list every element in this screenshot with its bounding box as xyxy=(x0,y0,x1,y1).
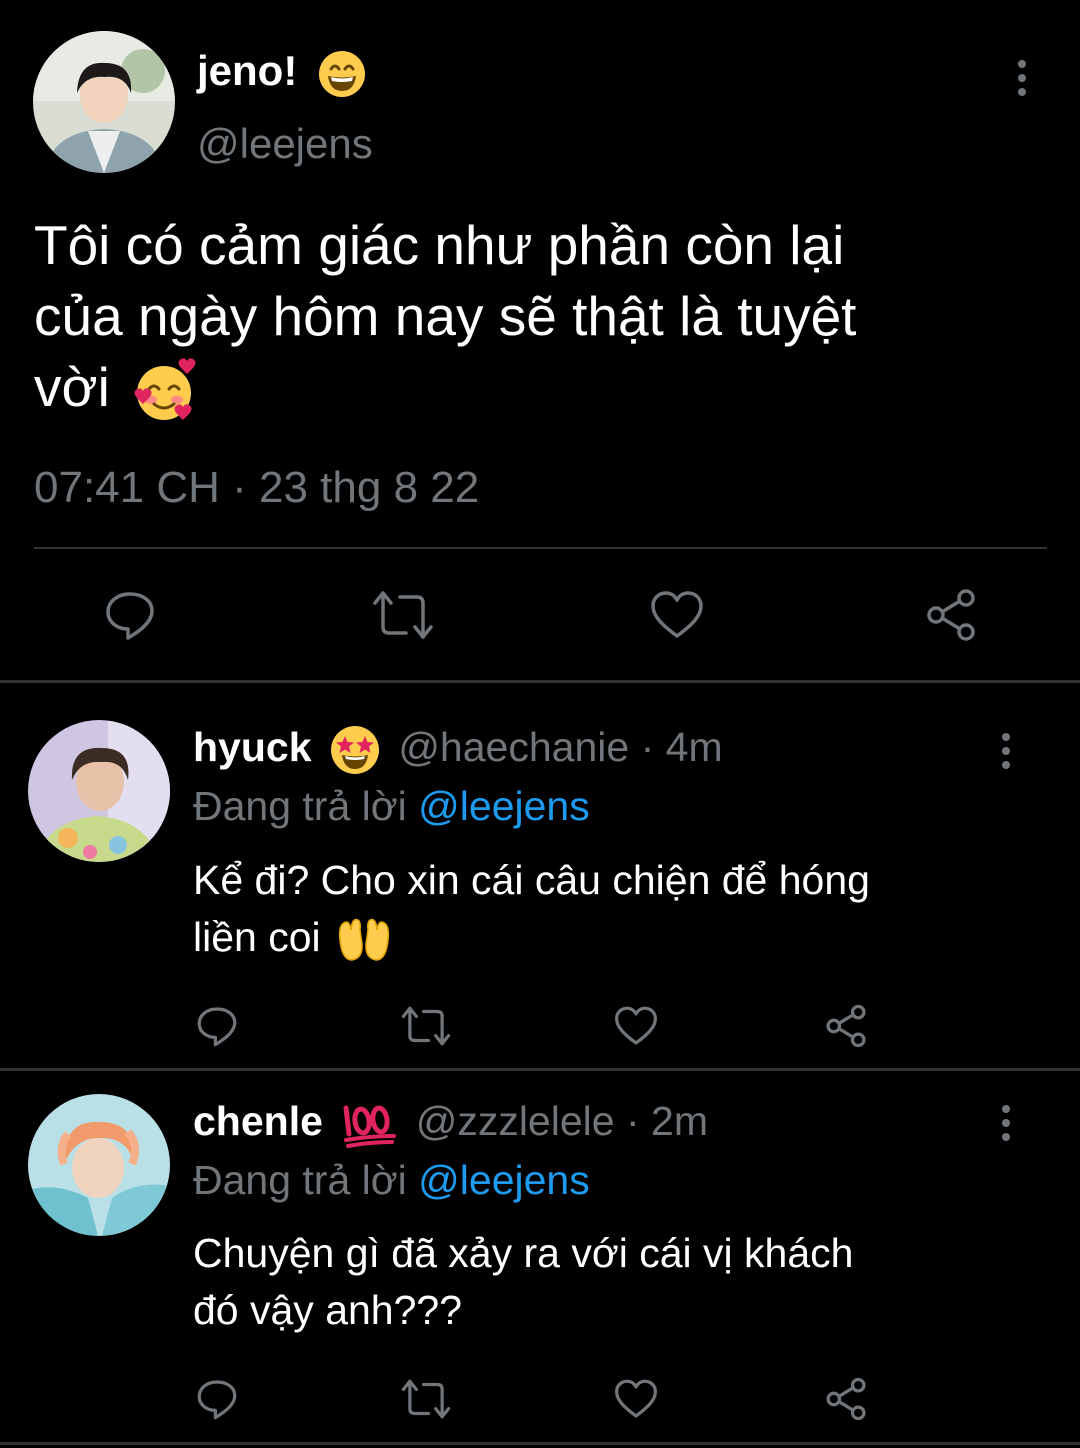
hundred-points-emoji-icon xyxy=(340,1100,398,1149)
tweet-timestamp[interactable]: 07:41 CH · 23 thg 8 22 xyxy=(34,462,479,514)
reply-display-name[interactable]: chenle xyxy=(193,1098,323,1144)
reply-avatar-hyuck[interactable] xyxy=(28,720,170,862)
reply-time[interactable]: 2m xyxy=(651,1098,708,1144)
replying-label: Đang trả lời xyxy=(193,1157,407,1203)
reply-handle[interactable]: @zzzlelele xyxy=(416,1098,615,1144)
reply-separator: · xyxy=(625,1098,640,1144)
reply-bubble-icon[interactable] xyxy=(104,589,156,641)
reply-text-line: Chuyện gì đã xảy ra với cái vị khách xyxy=(193,1230,854,1276)
more-vertical-icon[interactable] xyxy=(1014,60,1030,101)
tweet-text-line: Tôi có cảm giác như phần còn lại xyxy=(34,214,845,276)
replying-mention-link[interactable]: @leejens xyxy=(418,1157,590,1203)
reply-handle[interactable]: @haechanie xyxy=(398,724,629,770)
reply-display-name[interactable]: hyuck xyxy=(193,724,312,770)
reply-bubble-icon[interactable] xyxy=(196,1005,238,1047)
star-struck-emoji-icon xyxy=(329,724,381,776)
main-handle[interactable]: @leejens xyxy=(197,119,373,169)
reply-text-line: đó vậy anh??? xyxy=(193,1287,463,1333)
reply-time[interactable]: 4m xyxy=(666,724,723,770)
more-vertical-icon[interactable] xyxy=(998,733,1014,774)
reply-bubble-icon[interactable] xyxy=(196,1378,238,1420)
grinning-face-emoji-icon xyxy=(317,49,367,99)
replying-mention-link[interactable]: @leejens xyxy=(418,783,590,829)
reply-header: hyuck @haechanie · 4m xyxy=(193,721,723,776)
retweet-icon[interactable] xyxy=(372,589,434,641)
reply-divider xyxy=(0,1068,1080,1071)
heart-icon[interactable] xyxy=(614,1005,658,1047)
tweet-text-line: của ngày hôm nay sẽ thật là tuyệt xyxy=(34,285,857,347)
replying-label: Đang trả lời xyxy=(193,783,407,829)
replying-to-line: Đang trả lời @leejens xyxy=(193,1154,590,1206)
tweet-text-line: vời xyxy=(34,352,1034,426)
tweet-time: 07:41 CH xyxy=(34,463,220,512)
main-tweet-bottom-divider xyxy=(0,680,1080,683)
reply-text: Chuyện gì đã xảy ra với cái vị khách đó … xyxy=(193,1225,1033,1339)
reply-avatar-chenle[interactable] xyxy=(28,1094,170,1236)
main-display-name[interactable]: jeno! xyxy=(197,45,367,99)
reply-header: chenle @zzzlelele · 2m xyxy=(193,1095,708,1149)
reply-separator: · xyxy=(640,724,655,770)
heart-icon[interactable] xyxy=(614,1378,658,1420)
reply-text: Kể đi? Cho xin cái câu chiện để hóng liề… xyxy=(193,852,1033,966)
main-tweet-divider xyxy=(34,547,1047,549)
retweet-icon[interactable] xyxy=(401,1005,451,1047)
share-icon[interactable] xyxy=(924,588,978,642)
main-tweet-text: Tôi có cảm giác như phần còn lại của ngà… xyxy=(34,210,1034,426)
palms-up-together-emoji-icon xyxy=(336,914,392,966)
reply-bottom-divider xyxy=(0,1442,1080,1445)
reply-text-line: Kể đi? Cho xin cái câu chiện để hóng xyxy=(193,857,870,903)
tweet-date: 23 thg 8 22 xyxy=(259,463,480,512)
share-icon[interactable] xyxy=(824,1377,868,1421)
smiling-face-with-hearts-emoji-icon xyxy=(129,356,199,426)
more-vertical-icon[interactable] xyxy=(998,1105,1014,1146)
share-icon[interactable] xyxy=(824,1004,868,1048)
reply-text-line: liền coi xyxy=(193,909,1033,966)
display-name-text: jeno! xyxy=(197,47,298,94)
retweet-icon[interactable] xyxy=(401,1378,451,1420)
replying-to-line: Đang trả lời @leejens xyxy=(193,780,590,832)
heart-icon[interactable] xyxy=(650,589,704,641)
meta-separator: · xyxy=(232,463,247,512)
main-author-avatar[interactable] xyxy=(33,31,175,173)
